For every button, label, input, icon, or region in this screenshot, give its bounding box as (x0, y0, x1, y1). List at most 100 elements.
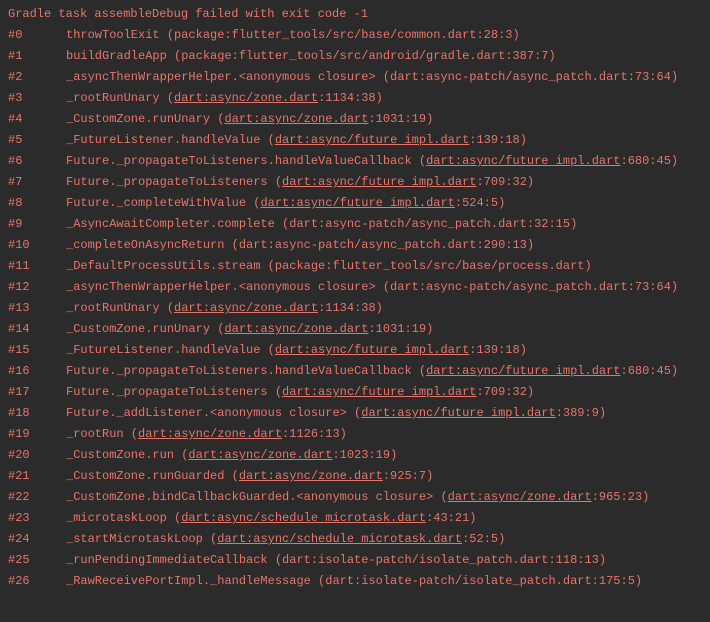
source-link[interactable]: dart:async/schedule microtask.dart (181, 511, 426, 525)
stack-frame: #16Future._propagateToListeners.handleVa… (8, 361, 702, 382)
frame-prefix: buildGradleApp (package:flutter_tools/sr… (66, 49, 556, 63)
stack-frame: #24_startMicrotaskLoop (dart:async/sched… (8, 529, 702, 550)
frame-content: _CustomZone.bindCallbackGuarded.<anonymo… (66, 487, 649, 508)
source-link[interactable]: dart:async/future impl.dart (260, 196, 454, 210)
source-link[interactable]: dart:async/zone.dart (239, 469, 383, 483)
frame-content: Future._propagateToListeners.handleValue… (66, 151, 678, 172)
stack-frame: #6Future._propagateToListeners.handleVal… (8, 151, 702, 172)
frame-suffix: :680:45) (621, 154, 679, 168)
stack-frame: #26_RawReceivePortImpl._handleMessage (d… (8, 571, 702, 592)
stack-frame: #14_CustomZone.runUnary (dart:async/zone… (8, 319, 702, 340)
frame-content: _DefaultProcessUtils.stream (package:flu… (66, 256, 592, 277)
frame-suffix: :43:21) (426, 511, 476, 525)
frame-prefix: Future._addListener.<anonymous closure> … (66, 406, 361, 420)
error-header: Gradle task assembleDebug failed with ex… (8, 4, 702, 25)
frame-number: #14 (8, 319, 66, 340)
frame-content: Future._propagateToListeners (dart:async… (66, 172, 534, 193)
frame-prefix: _rootRunUnary ( (66, 301, 174, 315)
frame-number: #12 (8, 277, 66, 298)
frame-prefix: Future._propagateToListeners.handleValue… (66, 364, 426, 378)
frame-content: throwToolExit (package:flutter_tools/src… (66, 25, 520, 46)
frame-suffix: :965:23) (592, 490, 650, 504)
frame-content: _CustomZone.run (dart:async/zone.dart:10… (66, 445, 397, 466)
frame-prefix: _FutureListener.handleValue ( (66, 133, 275, 147)
source-link[interactable]: dart:async/zone.dart (188, 448, 332, 462)
frame-content: _asyncThenWrapperHelper.<anonymous closu… (66, 67, 678, 88)
frame-number: #2 (8, 67, 66, 88)
source-link[interactable]: dart:async/future impl.dart (275, 343, 469, 357)
frame-number: #11 (8, 256, 66, 277)
frame-number: #13 (8, 298, 66, 319)
source-link[interactable]: dart:async/future impl.dart (282, 385, 476, 399)
source-link[interactable]: dart:async/future impl.dart (275, 133, 469, 147)
frame-content: _microtaskLoop (dart:async/schedule micr… (66, 508, 476, 529)
frame-suffix: :139:18) (469, 343, 527, 357)
source-link[interactable]: dart:async/zone.dart (448, 490, 592, 504)
frame-number: #22 (8, 487, 66, 508)
frame-content: Future._propagateToListeners (dart:async… (66, 382, 534, 403)
frame-number: #19 (8, 424, 66, 445)
frame-number: #0 (8, 25, 66, 46)
source-link[interactable]: dart:async/zone.dart (224, 322, 368, 336)
frame-number: #23 (8, 508, 66, 529)
frame-content: _FutureListener.handleValue (dart:async/… (66, 130, 527, 151)
frame-number: #20 (8, 445, 66, 466)
stack-frame: #20_CustomZone.run (dart:async/zone.dart… (8, 445, 702, 466)
source-link[interactable]: dart:async/zone.dart (224, 112, 368, 126)
frame-content: Future._propagateToListeners.handleValue… (66, 361, 678, 382)
stack-frame: #0throwToolExit (package:flutter_tools/s… (8, 25, 702, 46)
frame-number: #17 (8, 382, 66, 403)
frame-content: _startMicrotaskLoop (dart:async/schedule… (66, 529, 505, 550)
frame-prefix: _CustomZone.runUnary ( (66, 112, 224, 126)
frame-prefix: _RawReceivePortImpl._handleMessage (dart… (66, 574, 642, 588)
frame-prefix: _startMicrotaskLoop ( (66, 532, 217, 546)
source-link[interactable]: dart:async/future impl.dart (361, 406, 555, 420)
frame-prefix: _asyncThenWrapperHelper.<anonymous closu… (66, 70, 678, 84)
source-link[interactable]: dart:async/zone.dart (174, 301, 318, 315)
frame-number: #7 (8, 172, 66, 193)
stack-frame: #10_completeOnAsyncReturn (dart:async-pa… (8, 235, 702, 256)
frame-suffix: :680:45) (621, 364, 679, 378)
frame-content: _completeOnAsyncReturn (dart:async-patch… (66, 235, 534, 256)
stack-frame: #3_rootRunUnary (dart:async/zone.dart:11… (8, 88, 702, 109)
source-link[interactable]: dart:async/zone.dart (174, 91, 318, 105)
stack-frame: #8Future._completeWithValue (dart:async/… (8, 193, 702, 214)
frame-suffix: :709:32) (476, 385, 534, 399)
frame-content: _RawReceivePortImpl._handleMessage (dart… (66, 571, 642, 592)
frame-suffix: :925:7) (383, 469, 433, 483)
source-link[interactable]: dart:async/future impl.dart (282, 175, 476, 189)
stack-frame: #19_rootRun (dart:async/zone.dart:1126:1… (8, 424, 702, 445)
source-link[interactable]: dart:async/zone.dart (138, 427, 282, 441)
frame-content: _FutureListener.handleValue (dart:async/… (66, 340, 527, 361)
source-link[interactable]: dart:async/schedule microtask.dart (217, 532, 462, 546)
source-link[interactable]: dart:async/future impl.dart (426, 154, 620, 168)
frame-content: Future._addListener.<anonymous closure> … (66, 403, 606, 424)
frame-prefix: _microtaskLoop ( (66, 511, 181, 525)
stack-frame: #4_CustomZone.runUnary (dart:async/zone.… (8, 109, 702, 130)
frame-prefix: Future._propagateToListeners ( (66, 175, 282, 189)
frame-content: _CustomZone.runUnary (dart:async/zone.da… (66, 109, 433, 130)
frame-suffix: :389:9) (556, 406, 606, 420)
frame-suffix: :139:18) (469, 133, 527, 147)
frame-content: _AsyncAwaitCompleter.complete (dart:asyn… (66, 214, 577, 235)
frame-content: Future._completeWithValue (dart:async/fu… (66, 193, 505, 214)
frame-prefix: _completeOnAsyncReturn (dart:async-patch… (66, 238, 534, 252)
frame-number: #3 (8, 88, 66, 109)
frame-number: #5 (8, 130, 66, 151)
frame-number: #18 (8, 403, 66, 424)
stack-frame: #23_microtaskLoop (dart:async/schedule m… (8, 508, 702, 529)
frame-number: #9 (8, 214, 66, 235)
stack-frame: #12_asyncThenWrapperHelper.<anonymous cl… (8, 277, 702, 298)
frame-number: #8 (8, 193, 66, 214)
frame-number: #25 (8, 550, 66, 571)
frame-prefix: _CustomZone.bindCallbackGuarded.<anonymo… (66, 490, 448, 504)
frame-content: _runPendingImmediateCallback (dart:isola… (66, 550, 606, 571)
stack-frame: #11_DefaultProcessUtils.stream (package:… (8, 256, 702, 277)
stack-frame: #7Future._propagateToListeners (dart:asy… (8, 172, 702, 193)
frame-content: _CustomZone.runUnary (dart:async/zone.da… (66, 319, 433, 340)
frame-content: buildGradleApp (package:flutter_tools/sr… (66, 46, 556, 67)
frame-number: #6 (8, 151, 66, 172)
source-link[interactable]: dart:async/future impl.dart (426, 364, 620, 378)
frame-prefix: _CustomZone.runGuarded ( (66, 469, 239, 483)
frame-prefix: _DefaultProcessUtils.stream (package:flu… (66, 259, 592, 273)
